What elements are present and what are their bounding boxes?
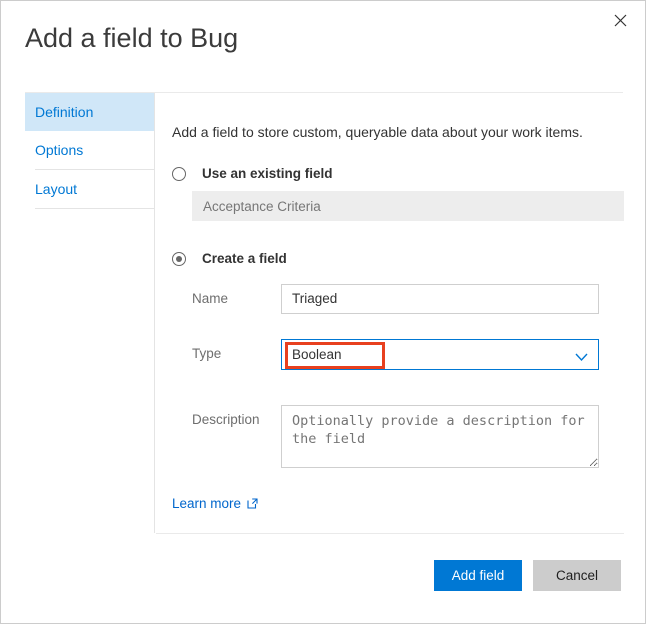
create-field-radio-row[interactable]: Create a field xyxy=(172,251,624,266)
name-label: Name xyxy=(192,291,229,306)
radio-use-existing-field[interactable] xyxy=(172,166,186,181)
learn-more-link[interactable]: Learn more xyxy=(172,496,258,511)
external-link-icon xyxy=(247,498,258,509)
sidebar-separator xyxy=(35,208,154,209)
create-field-group: Name Type Boolean Description xyxy=(192,284,624,468)
radio-create-a-field[interactable] xyxy=(172,251,186,266)
chevron-down-icon xyxy=(575,349,588,367)
type-row: Type Boolean xyxy=(192,339,624,370)
cancel-button[interactable]: Cancel xyxy=(533,560,621,591)
page-title: Add a field to Bug xyxy=(25,23,239,53)
close-icon[interactable] xyxy=(605,5,635,35)
learn-more-label: Learn more xyxy=(172,496,242,511)
add-field-dialog: Add a field to Bug Definition Options La… xyxy=(0,0,646,624)
sidebar-item-label: Options xyxy=(35,142,84,158)
content-pane: Add a field to store custom, queryable d… xyxy=(172,93,624,513)
existing-field-group: Acceptance Criteria xyxy=(192,191,624,221)
name-row: Name xyxy=(192,284,624,314)
type-dropdown-value: Boolean xyxy=(292,347,342,362)
description-label: Description xyxy=(192,412,260,427)
radio-create-a-field-label[interactable]: Create a field xyxy=(202,251,287,266)
sidebar-item-options[interactable]: Options xyxy=(25,131,154,169)
footer-divider xyxy=(156,533,624,534)
type-dropdown[interactable]: Boolean xyxy=(281,339,599,370)
type-label: Type xyxy=(192,346,222,361)
intro-text: Add a field to store custom, queryable d… xyxy=(172,124,583,140)
sidebar-item-layout[interactable]: Layout xyxy=(25,170,154,208)
radio-use-existing-field-label[interactable]: Use an existing field xyxy=(202,166,333,181)
sidebar-item-label: Layout xyxy=(35,181,78,197)
description-textarea[interactable] xyxy=(281,405,599,468)
existing-field-select: Acceptance Criteria xyxy=(192,191,624,221)
sidebar: Definition Options Layout xyxy=(25,93,155,533)
sidebar-item-label: Definition xyxy=(35,104,94,120)
sidebar-item-definition[interactable]: Definition xyxy=(25,93,154,131)
name-input[interactable] xyxy=(281,284,599,314)
dialog-footer: Add field Cancel xyxy=(434,560,621,591)
add-field-button[interactable]: Add field xyxy=(434,560,522,591)
existing-field-radio-row[interactable]: Use an existing field xyxy=(172,166,624,181)
description-row: Description xyxy=(192,405,624,468)
